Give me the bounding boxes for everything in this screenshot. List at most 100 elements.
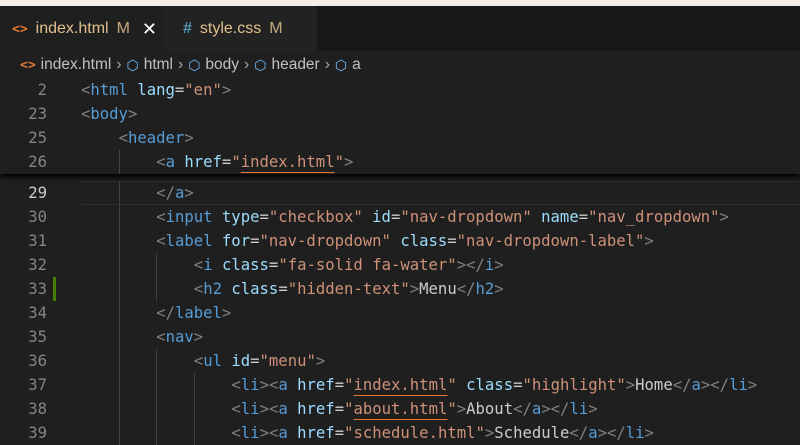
code-token: </ — [672, 376, 692, 394]
code-line[interactable]: 32 <i class="fa-solid fa-water"></i> — [0, 253, 800, 277]
indent-guide — [156, 253, 158, 277]
code-line[interactable]: 2 <html lang="en"> — [0, 78, 800, 102]
sticky-scroll[interactable]: 2 <html lang="en"> 23 <body> 25 <header> 26 <a … — [0, 78, 800, 174]
code-text: <nav> — [156, 325, 203, 349]
indent-guide — [193, 373, 195, 397]
code-token: li — [729, 376, 748, 394]
code-token: input — [165, 208, 213, 226]
code-text: <h2 class="hidden-text">Menu</h2> — [194, 277, 504, 301]
code-token: class — [221, 256, 269, 274]
code-token: = — [250, 352, 260, 370]
code-token: < — [193, 256, 204, 274]
line-number: 2 — [37, 81, 47, 99]
code-text: </a> — [156, 181, 194, 205]
code-text: <input type="checkbox" id="nav-dropdown"… — [156, 205, 729, 229]
breadcrumb-file[interactable]: index.html — [41, 56, 112, 74]
code-line[interactable]: 33 <h2 class="hidden-text">Menu</h2> — [0, 277, 800, 301]
code-line[interactable]: 36 <ul id="menu"> — [0, 349, 800, 373]
code-token: < — [156, 153, 166, 171]
indent-guide — [118, 373, 120, 397]
code-line[interactable]: 34 </label> — [0, 301, 800, 325]
code-line[interactable]: 38 <li><a href="about.html">About</a></li… — [0, 397, 800, 421]
code-token: "checkbox" — [268, 208, 363, 226]
code-token: > — [494, 256, 504, 274]
code-token: </ — [456, 280, 476, 298]
line-number: 37 — [28, 376, 47, 394]
code-line[interactable]: 23 <body> — [0, 102, 800, 126]
code-token: = — [174, 81, 185, 99]
indent-guide — [156, 349, 158, 373]
code-line[interactable]: 26 <a href="index.html"> — [0, 150, 800, 174]
code-token: </ — [513, 400, 532, 418]
code-token: h2 — [203, 280, 222, 298]
breadcrumb-item-html[interactable]: html — [144, 56, 173, 74]
breadcrumb-item-header[interactable]: header — [271, 56, 319, 74]
code-token: > — [644, 424, 654, 442]
code-token: < — [156, 232, 166, 250]
line-number: 35 — [28, 328, 47, 346]
code-token: > — [484, 424, 495, 442]
code-token: = — [278, 280, 288, 298]
code-token: </ — [156, 304, 175, 322]
code-text: <body> — [81, 102, 137, 126]
code-token: li — [240, 424, 260, 442]
code-token: ul — [203, 352, 222, 370]
line-number: 38 — [28, 400, 47, 418]
line-number: 34 — [28, 304, 47, 322]
indent-guide — [118, 205, 120, 229]
code-token: li — [625, 424, 645, 442]
code-token: </ — [569, 424, 589, 442]
indent-guide — [118, 150, 120, 174]
code-token: i — [203, 256, 213, 274]
close-icon[interactable]: ✕ — [142, 19, 157, 40]
code-token: > — [644, 232, 654, 250]
code-line[interactable]: 31 <label for="nav-dropdown" class="nav-d… — [0, 229, 800, 253]
code-token: > — [221, 81, 232, 99]
code-token: " — [447, 376, 457, 394]
code-line[interactable]: 35 <nav> — [0, 325, 800, 349]
chevron-right-icon: › — [324, 56, 330, 73]
code-text: <html lang="en"> — [81, 78, 231, 102]
indent-guide — [193, 421, 195, 445]
code-token: >< — [259, 424, 279, 442]
code-token: href — [184, 153, 222, 171]
code-token: ></ — [541, 400, 570, 418]
element-cube-icon: ⬡ — [254, 56, 267, 73]
code-line[interactable]: 37 <li><a href="index.html" class="highli… — [0, 373, 800, 397]
code-token: h2 — [475, 280, 495, 298]
code-token: a — [691, 376, 701, 394]
code-token: > — [184, 129, 194, 147]
code-line[interactable]: 39 <li><a href="schedule.html">Schedule</… — [0, 421, 800, 445]
line-number: 32 — [28, 256, 47, 274]
code-token: "hidden-text" — [287, 280, 410, 298]
editor-tab-bar: <> index.html M ✕ # style.css M — [0, 6, 800, 51]
tab-style-css[interactable]: # style.css M — [165, 6, 317, 51]
breadcrumb-item-a[interactable]: a — [352, 56, 361, 74]
code-line[interactable]: 29 </a> — [0, 181, 800, 205]
code-token: = — [390, 208, 401, 226]
breadcrumb-item-body[interactable]: body — [205, 56, 239, 74]
code-line[interactable]: 30 <input type="checkbox" id="nav-dropdow… — [0, 205, 800, 229]
line-number: 25 — [28, 129, 47, 147]
code-text: <li><a href="about.html">About</a></li> — [231, 397, 597, 421]
code-token: Schedule — [494, 424, 570, 442]
indent-guide — [156, 421, 158, 445]
code-token: class — [231, 280, 279, 298]
code-token: > — [719, 208, 729, 226]
code-token: html — [90, 81, 128, 99]
line-number: 29 — [28, 184, 47, 202]
code-token: > — [494, 280, 504, 298]
code-token: "nav-dropdown-label" — [456, 232, 645, 250]
tab-index-html[interactable]: <> index.html M ✕ — [0, 6, 165, 51]
code-line[interactable]: 25 <header> — [0, 126, 800, 150]
code-text: <header> — [119, 126, 194, 150]
code-token: a — [278, 400, 288, 418]
code-token: href — [297, 400, 335, 418]
